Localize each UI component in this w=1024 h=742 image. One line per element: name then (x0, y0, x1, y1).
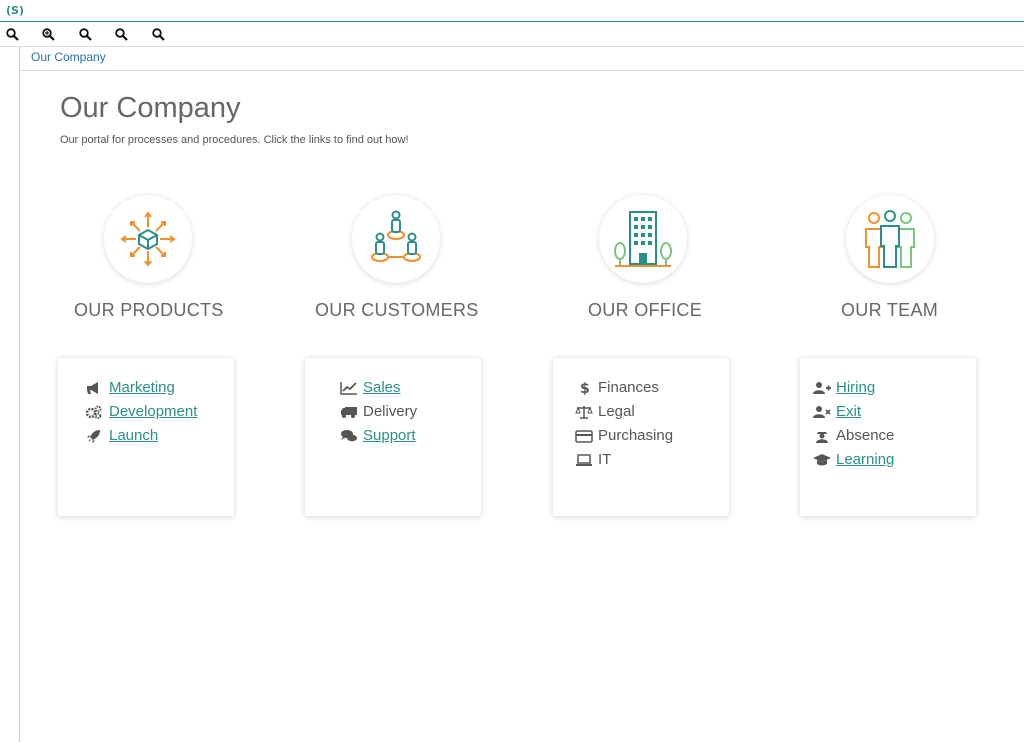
truck-icon (340, 405, 358, 419)
page-subtitle: Our portal for processes and procedures.… (60, 134, 409, 146)
list-item: IT (575, 451, 611, 468)
breadcrumb-our-company[interactable]: Our Company (31, 50, 106, 64)
label-finances: Finances (598, 379, 659, 396)
zoom-width-icon[interactable] (115, 28, 129, 42)
credit-card-icon (575, 429, 593, 443)
link-exit[interactable]: Exit (836, 403, 861, 420)
product-distribution-icon (104, 195, 192, 283)
link-support[interactable]: Support (363, 427, 416, 444)
link-marketing[interactable]: Marketing (109, 379, 175, 396)
page-title: Our Company (60, 92, 241, 124)
customers-card: Sales Delivery Support (305, 358, 481, 516)
link-learning[interactable]: Learning (836, 451, 894, 468)
comments-icon (340, 429, 358, 443)
list-item[interactable]: Marketing (86, 379, 175, 396)
zoom-toolbar (0, 23, 1024, 47)
list-item: $ Finances (575, 379, 659, 396)
cogs-icon (86, 405, 104, 419)
list-item[interactable]: Exit (813, 403, 861, 420)
label-it: IT (598, 451, 612, 468)
list-item: Delivery (340, 403, 417, 420)
label-legal: Legal (598, 403, 635, 420)
link-launch[interactable]: Launch (109, 427, 158, 444)
office-building-icon (599, 195, 687, 283)
app-logo[interactable]: (S) (6, 4, 24, 17)
section-title-office: OUR OFFICE (588, 300, 702, 320)
list-item[interactable]: Launch (86, 427, 158, 444)
list-item: Absence (813, 427, 894, 444)
link-development[interactable]: Development (109, 403, 197, 420)
left-rail (19, 47, 20, 742)
team-card: Hiring Exit Absence Learning (800, 358, 976, 516)
link-hiring[interactable]: Hiring (836, 379, 875, 396)
user-secret-icon (813, 429, 831, 443)
user-plus-icon (813, 381, 831, 395)
zoom-out-icon[interactable] (6, 28, 20, 42)
section-title-customers: OUR CUSTOMERS (315, 300, 479, 320)
balance-scale-icon (575, 405, 593, 419)
label-purchasing: Purchasing (598, 427, 674, 444)
user-times-icon (813, 405, 831, 419)
customer-network-icon (352, 195, 440, 283)
list-item: Purchasing (575, 427, 673, 444)
list-item[interactable]: Support (340, 427, 416, 444)
products-card: Marketing Development Launch (58, 358, 234, 516)
list-item[interactable]: Development (86, 403, 197, 420)
line-chart-icon (340, 381, 358, 395)
zoom-page-icon[interactable] (152, 28, 166, 42)
label-delivery: Delivery (363, 403, 418, 420)
breadcrumb: Our Company (20, 47, 1024, 71)
list-item[interactable]: Hiring (813, 379, 875, 396)
zoom-fit-icon[interactable] (79, 28, 93, 42)
section-title-team: OUR TEAM (841, 300, 939, 320)
top-bar: (S) (0, 0, 1024, 22)
zoom-in-icon[interactable] (42, 28, 56, 42)
link-sales[interactable]: Sales (363, 379, 401, 396)
laptop-icon (575, 453, 593, 467)
office-card: $ Finances Legal Purchasing IT (553, 358, 729, 516)
team-people-icon (846, 195, 934, 283)
svg-text:$: $ (580, 381, 590, 395)
megaphone-icon (86, 381, 104, 395)
rocket-icon (86, 429, 104, 443)
list-item[interactable]: Sales (340, 379, 401, 396)
list-item: Legal (575, 403, 635, 420)
label-absence: Absence (836, 427, 895, 444)
graduation-cap-icon (813, 453, 831, 467)
dollar-icon: $ (575, 381, 593, 395)
list-item[interactable]: Learning (813, 451, 894, 468)
section-title-products: OUR PRODUCTS (74, 300, 224, 320)
